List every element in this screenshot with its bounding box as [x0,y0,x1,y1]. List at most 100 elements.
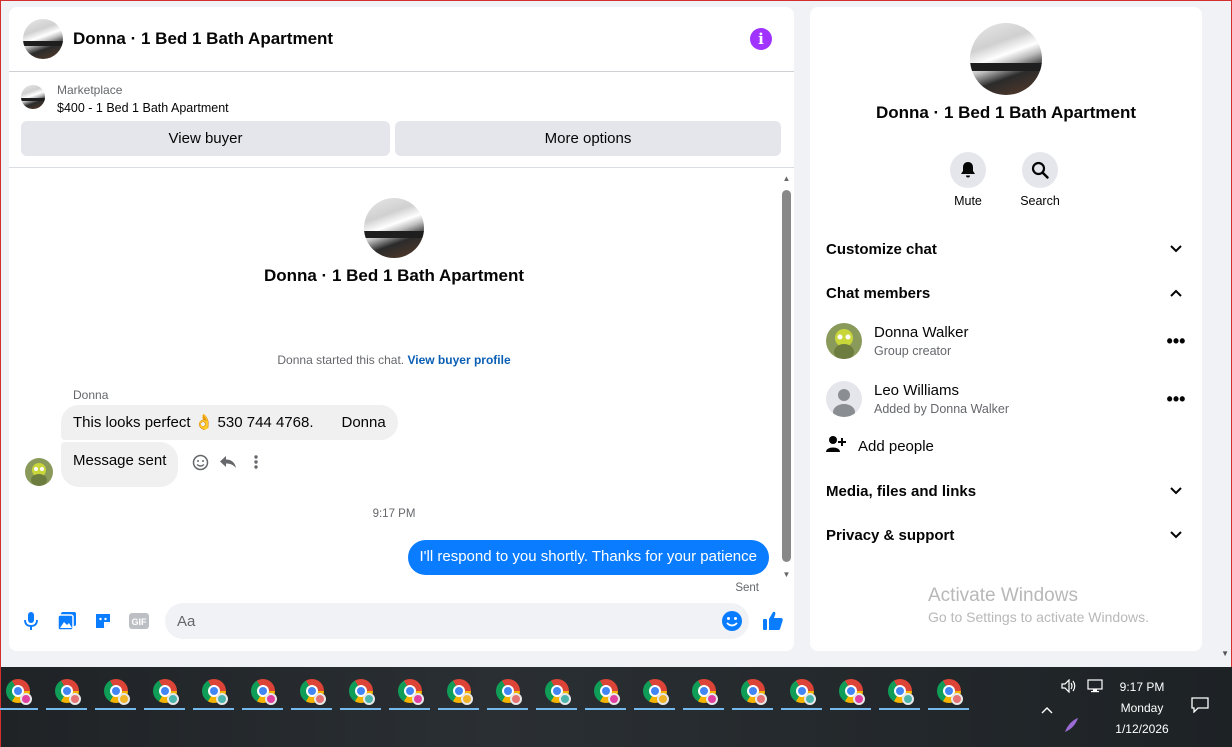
photo-icon[interactable] [57,611,77,631]
notification-icon[interactable] [1191,697,1209,714]
react-emoji-icon[interactable] [191,453,209,471]
more-options-button[interactable]: More options [395,121,781,156]
profile-badge-icon [69,693,81,705]
more-options-icon[interactable]: ••• [1164,389,1188,410]
scroll-thumb[interactable] [782,190,791,562]
taskbar-app-chrome[interactable] [0,673,42,710]
conversation-info-panel: Donna · 1 Bed 1 Bath Apartment Mute Sear… [810,7,1202,651]
privacy-section[interactable]: Privacy & support [826,523,1186,547]
taskbar-app-chrome[interactable] [581,673,630,710]
profile-badge-icon [608,693,620,705]
info-icon[interactable]: i [750,28,772,50]
system-tray: 9:17 PM Monday 1/12/2026 [1037,667,1232,747]
section-label: Privacy & support [826,526,955,544]
member-subtitle: Group creator [874,344,952,358]
watermark-subtitle: Go to Settings to activate Windows. [928,609,1149,625]
mute-button[interactable]: Mute [938,152,998,208]
add-person-icon [826,435,846,457]
taskbar-app-chrome[interactable] [42,673,91,710]
customize-chat-section[interactable]: Customize chat [826,237,1186,261]
chat-title[interactable]: Donna · 1 Bed 1 Bath Apartment [73,29,750,49]
emoji-icon[interactable] [721,610,743,632]
chevron-down-icon [1166,481,1186,501]
view-buyer-profile-link[interactable]: View buyer profile [407,353,510,367]
chat-members-section[interactable]: Chat members [826,281,1186,305]
clock[interactable]: 9:17 PM Monday 1/12/2026 [1113,677,1171,740]
profile-badge-icon [412,693,424,705]
marketplace-label: Marketplace [57,83,123,97]
taskbar-app-chrome[interactable] [679,673,728,710]
add-people-button[interactable]: Add people [826,435,934,457]
show-hidden-icons[interactable] [1041,701,1053,717]
scroll-down-icon[interactable]: ▼ [779,568,794,580]
profile-badge-icon [167,693,179,705]
taskbar-app-chrome[interactable] [336,673,385,710]
taskbar-apps [0,673,973,710]
profile-badge-icon [902,693,914,705]
reply-icon[interactable] [219,453,237,471]
more-vertical-icon[interactable] [247,453,265,471]
taskbar-app-chrome[interactable] [91,673,140,710]
chevron-down-icon [1166,525,1186,545]
section-label: Chat members [826,284,931,302]
taskbar-app-chrome[interactable] [826,673,875,710]
taskbar-app-chrome[interactable] [385,673,434,710]
network-icon[interactable] [1087,679,1103,696]
listing-title: $400 - 1 Bed 1 Bath Apartment [57,101,229,115]
profile-badge-icon [804,693,816,705]
taskbar-app-chrome[interactable] [140,673,189,710]
message-bubble-incoming[interactable]: Message sent [61,442,179,487]
sender-avatar[interactable] [25,458,53,486]
message-bubble-outgoing[interactable]: I'll respond to you shortly. Thanks for … [407,540,769,575]
view-buyer-button[interactable]: View buyer [21,121,390,156]
more-options-icon[interactable]: ••• [1164,331,1188,352]
taskbar-app-chrome[interactable] [777,673,826,710]
profile-badge-icon [755,693,767,705]
message-text: Message sent [73,452,167,469]
profile-badge-icon [265,693,277,705]
microphone-icon[interactable] [21,611,41,631]
message-bubble-incoming[interactable]: This looks perfect 👌 530 744 4768. Donna [61,405,398,440]
taskbar-app-chrome[interactable] [483,673,532,710]
chat-header: Donna · 1 Bed 1 Bath Apartment i [9,7,794,72]
taskbar-app-chrome[interactable] [532,673,581,710]
bell-icon [950,152,986,188]
volume-icon[interactable] [1061,678,1077,696]
taskbar-app-chrome[interactable] [287,673,336,710]
search-button[interactable]: Search [1010,152,1070,208]
member-row[interactable]: Donna Walker Group creator ••• [826,321,1188,361]
profile-badge-icon [363,693,375,705]
composer: GIF [9,603,794,639]
taskbar-app-chrome[interactable] [434,673,483,710]
gif-icon[interactable]: GIF [129,611,149,631]
marketplace-listing[interactable]: Marketplace $400 - 1 Bed 1 Bath Apartmen… [9,72,794,115]
clock-time: 9:17 PM [1119,680,1165,694]
profile-badge-icon [216,693,228,705]
intro-title: Donna · 1 Bed 1 Bath Apartment [263,266,525,285]
scroll-up-icon[interactable]: ▲ [779,172,794,184]
chat-avatar[interactable] [23,19,63,59]
taskbar-app-chrome[interactable] [238,673,287,710]
clock-date: 1/12/2026 [1115,722,1169,736]
taskbar-app-chrome[interactable] [875,673,924,710]
member-row[interactable]: Leo Williams Added by Donna Walker ••• [826,379,1188,419]
message-input[interactable] [165,603,749,639]
profile-badge-icon [706,693,718,705]
activate-windows-watermark: Activate Windows Go to Settings to activ… [928,585,1149,625]
chevron-up-icon [1166,283,1186,303]
taskbar-app-chrome[interactable] [630,673,679,710]
taskbar-app-chrome[interactable] [189,673,238,710]
profile-badge-icon [461,693,473,705]
thumbs-up-icon[interactable] [761,609,785,633]
system-text: Donna started this chat. [277,353,405,367]
chevron-down-icon [1166,239,1186,259]
profile-badge-icon [510,693,522,705]
taskbar-app-chrome[interactable] [924,673,973,710]
sticker-icon[interactable] [93,611,113,631]
taskbar-app-chrome[interactable] [728,673,777,710]
listing-thumbnail [21,85,45,109]
feather-icon[interactable] [1063,717,1079,736]
message-scrollbar[interactable]: ▲ ▼ [779,172,794,592]
media-section[interactable]: Media, files and links [826,479,1186,503]
page-scroll-down-icon[interactable]: ▼ [1221,649,1229,658]
